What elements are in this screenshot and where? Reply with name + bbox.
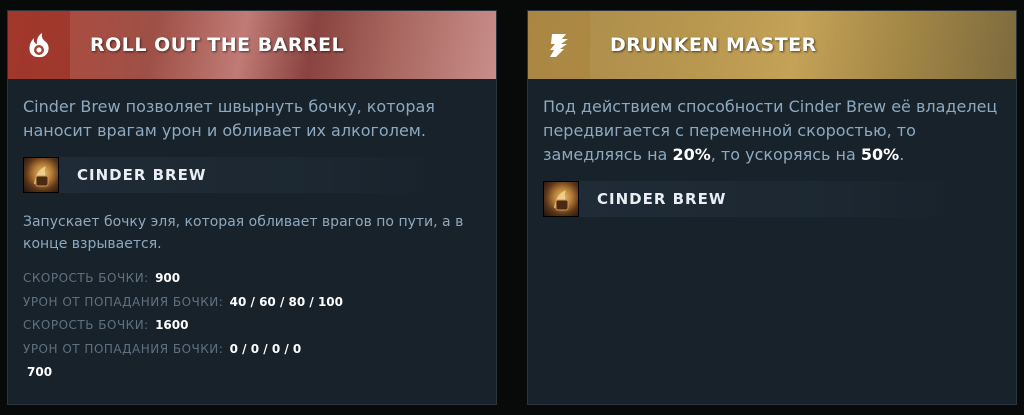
facet-card-roll-out-the-barrel: ROLL OUT THE BARREL Cinder Brew позволяе… <box>7 10 497 405</box>
facet-title: ROLL OUT THE BARREL <box>90 34 345 56</box>
stat-label: СКОРОСТЬ БОЧКИ: <box>23 271 149 285</box>
facet-header: ROLL OUT THE BARREL <box>8 11 496 79</box>
facet-icon-box <box>528 11 590 79</box>
extra-stat-value: 700 <box>27 365 53 379</box>
stat-label: СКОРОСТЬ БОЧКИ: <box>23 318 149 332</box>
flame-barrel-icon <box>29 33 49 58</box>
stat-value: 900 <box>155 271 181 285</box>
stat-value: 40 / 60 / 80 / 100 <box>229 295 344 309</box>
slow-value: 20% <box>672 145 711 164</box>
facet-title: DRUNKEN MASTER <box>610 34 817 56</box>
facet-icon-box <box>8 11 70 79</box>
ability-description: Запускает бочку эля, которая обливает вр… <box>23 214 464 252</box>
stat-label: УРОН ОТ ПОПАДАНИЯ БОЧКИ: <box>23 295 224 309</box>
stat-row: УРОН ОТ ПОПАДАНИЯ БОЧКИ: 0 / 0 / 0 / 0 <box>23 342 301 356</box>
cinder-brew-icon <box>23 157 59 193</box>
winged-boot-icon <box>550 34 568 57</box>
ability-row-cinder-brew[interactable]: CINDER BREW <box>23 157 439 193</box>
ability-row-cinder-brew[interactable]: CINDER BREW <box>543 181 959 217</box>
speed-value: 50% <box>860 145 900 164</box>
ability-name: CINDER BREW <box>59 157 439 193</box>
stat-row: УРОН ОТ ПОПАДАНИЯ БОЧКИ: 40 / 60 / 80 / … <box>23 295 343 309</box>
description-text: . <box>899 145 905 164</box>
stat-label: УРОН ОТ ПОПАДАНИЯ БОЧКИ: <box>23 342 224 356</box>
stat-row: СКОРОСТЬ БОЧКИ: 1600 <box>23 318 188 332</box>
facet-card-drunken-master: DRUNKEN MASTER Под действием способности… <box>527 10 1017 405</box>
facet-header: DRUNKEN MASTER <box>528 11 1016 79</box>
ability-name: CINDER BREW <box>579 181 959 217</box>
facet-description: Cinder Brew позволяет швырнуть бочку, ко… <box>23 97 435 140</box>
stat-value: 0 / 0 / 0 / 0 <box>229 342 302 356</box>
facet-description: Под действием способности Cinder Brew её… <box>543 95 998 167</box>
cinder-brew-icon <box>543 181 579 217</box>
description-text: , то ускоряясь на <box>710 145 861 164</box>
stat-value: 1600 <box>155 318 189 332</box>
stat-row: СКОРОСТЬ БОЧКИ: 900 <box>23 271 180 285</box>
